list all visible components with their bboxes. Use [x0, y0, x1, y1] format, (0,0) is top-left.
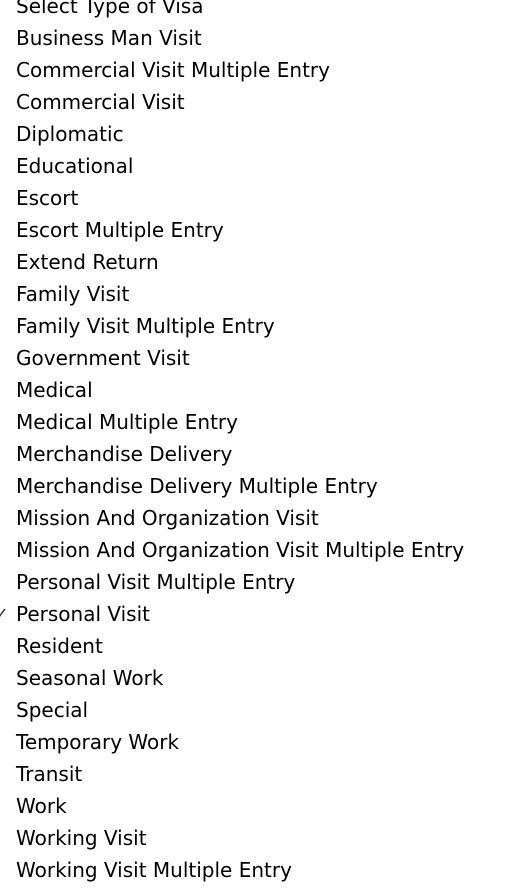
visa-option-label: Select Type of Visa: [16, 0, 204, 18]
visa-option-label: Seasonal Work: [16, 666, 164, 690]
visa-option[interactable]: Working Visit: [0, 822, 532, 854]
visa-option[interactable]: Government Visit: [0, 342, 532, 374]
visa-option[interactable]: Resident: [0, 630, 532, 662]
visa-option[interactable]: Select Type of Visa: [0, 0, 532, 22]
visa-option-label: Commercial Visit Multiple Entry: [16, 58, 330, 82]
visa-option[interactable]: Mission And Organization Visit Multiple …: [0, 534, 532, 566]
visa-option[interactable]: Personal Visit Multiple Entry: [0, 566, 532, 598]
visa-option[interactable]: Merchandise Delivery Multiple Entry: [0, 470, 532, 502]
visa-option[interactable]: Transit: [0, 758, 532, 790]
visa-option-label: Mission And Organization Visit: [16, 506, 319, 530]
visa-option-label: Diplomatic: [16, 122, 124, 146]
visa-option[interactable]: Mission And Organization Visit: [0, 502, 532, 534]
visa-option-label: Family Visit Multiple Entry: [16, 314, 275, 338]
visa-option[interactable]: Working Visit Multiple Entry: [0, 854, 532, 886]
visa-option[interactable]: Family Visit Multiple Entry: [0, 310, 532, 342]
visa-option-label: Mission And Organization Visit Multiple …: [16, 538, 465, 562]
visa-option[interactable]: Special: [0, 694, 532, 726]
visa-option-label: Working Visit: [16, 826, 147, 850]
visa-option[interactable]: Family Visit: [0, 278, 532, 310]
visa-type-dropdown-menu[interactable]: Select Type of Visa Business Man Visit Com…: [0, 0, 532, 894]
visa-option-label: Transit: [16, 762, 83, 786]
checkmark-icon: ✓: [0, 604, 9, 623]
visa-option-label: Merchandise Delivery Multiple Entry: [16, 474, 378, 498]
visa-option[interactable]: Commercial Visit: [0, 86, 532, 118]
visa-option-label: Temporary Work: [16, 730, 180, 754]
visa-option-label: Work: [16, 794, 67, 818]
visa-option[interactable]: Educational: [0, 150, 532, 182]
visa-option-label: Educational: [16, 154, 134, 178]
visa-option-label: Resident: [16, 634, 103, 658]
visa-option-label: Medical: [16, 378, 93, 402]
visa-option[interactable]: Work: [0, 790, 532, 822]
visa-option[interactable]: Diplomatic: [0, 118, 532, 150]
visa-option[interactable]: Merchandise Delivery: [0, 438, 532, 470]
visa-option-label: Working Visit Multiple Entry: [16, 858, 292, 882]
visa-option[interactable]: Medical Multiple Entry: [0, 406, 532, 438]
visa-option-label: Commercial Visit: [16, 90, 185, 114]
visa-option-label: Government Visit: [16, 346, 190, 370]
visa-option-label: Escort: [16, 186, 79, 210]
visa-option-label: Business Man Visit: [16, 26, 202, 50]
visa-option[interactable]: Commercial Visit Multiple Entry: [0, 54, 532, 86]
visa-option-label: Special: [16, 698, 89, 722]
visa-option-label: Medical Multiple Entry: [16, 410, 238, 434]
visa-option[interactable]: Escort Multiple Entry: [0, 214, 532, 246]
visa-option[interactable]: Temporary Work: [0, 726, 532, 758]
visa-option-label: Extend Return: [16, 250, 159, 274]
visa-option-label: Personal Visit: [16, 602, 150, 626]
visa-option[interactable]: ✓ Personal Visit: [0, 598, 532, 630]
visa-option-label: Merchandise Delivery: [16, 442, 233, 466]
visa-option[interactable]: Medical: [0, 374, 532, 406]
visa-option[interactable]: Business Man Visit: [0, 22, 532, 54]
visa-option-label: Personal Visit Multiple Entry: [16, 570, 296, 594]
visa-option-label: Escort Multiple Entry: [16, 218, 224, 242]
visa-option[interactable]: Seasonal Work: [0, 662, 532, 694]
visa-option[interactable]: Extend Return: [0, 246, 532, 278]
visa-option-label: Family Visit: [16, 282, 130, 306]
visa-option[interactable]: Escort: [0, 182, 532, 214]
